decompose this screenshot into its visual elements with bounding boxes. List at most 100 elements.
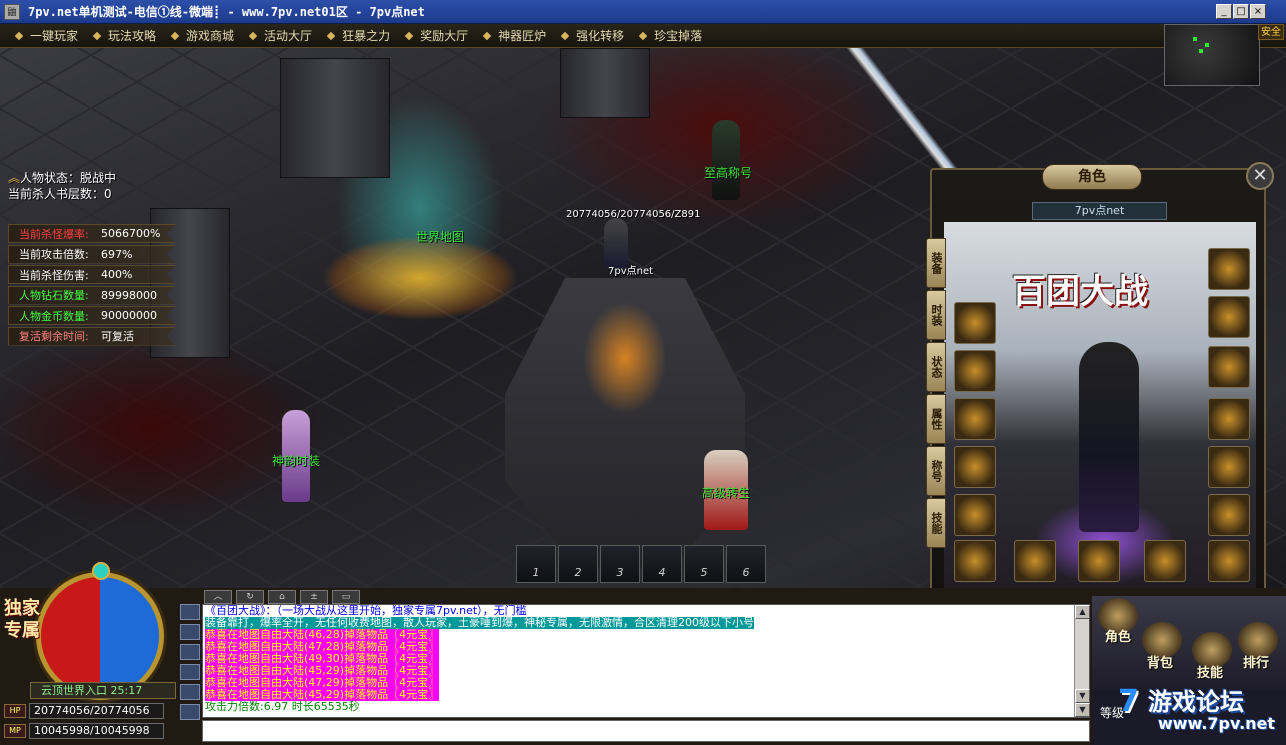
diamond-icon xyxy=(638,31,648,40)
stat-row: 复活剩余时间: 可复活 xyxy=(8,326,176,346)
character-panel: 角色 ✕ 7pv点net 百团大战 装备 时装 状态 属性 称号 技能 xyxy=(926,162,1274,598)
npc-title-label: 至高称号 xyxy=(704,166,753,180)
equip-slot-weapon[interactable] xyxy=(1078,540,1120,582)
chat-line-text: 攻击力倍数:6.97 时长65535秒 xyxy=(205,700,360,713)
maximize-button[interactable]: □ xyxy=(1233,4,1249,19)
player-character[interactable] xyxy=(604,218,628,268)
equip-slot-medal[interactable] xyxy=(954,302,996,344)
chat-toolbar-button[interactable]: ▭ xyxy=(332,590,360,604)
chat-channel-button[interactable] xyxy=(180,704,200,720)
chat-channel-button[interactable] xyxy=(180,644,200,660)
window-title: 7pv.net单机测试-电信①线-微端┋ - www.7pv.net01区 - … xyxy=(28,5,425,19)
chat-input[interactable] xyxy=(202,720,1090,742)
equip-slot-bracelet-left[interactable] xyxy=(954,398,996,440)
world-map-portal[interactable]: 世界地图 xyxy=(416,228,464,245)
tab-equipment[interactable]: 装备 xyxy=(926,238,946,288)
menu-treasure-drops[interactable]: 珍宝掉落 xyxy=(638,27,703,44)
stat-value: 5066700% xyxy=(101,227,161,240)
npc-title[interactable] xyxy=(712,120,740,200)
equip-slot-helmet[interactable] xyxy=(1208,296,1250,338)
tab-status[interactable]: 状态 xyxy=(926,342,946,392)
hp-mp-orb xyxy=(36,572,164,700)
equip-slot-belt[interactable] xyxy=(954,494,996,536)
game-logo: 百团大战 xyxy=(1012,272,1148,312)
equip-slot-orb[interactable] xyxy=(1014,540,1056,582)
chat-channel-button[interactable] xyxy=(180,684,200,700)
menu-label: 玩法攻略 xyxy=(108,29,157,43)
menu-rage-power[interactable]: 狂暴之力 xyxy=(326,27,391,44)
stat-row: 人物钻石数量: 89998000 xyxy=(8,285,176,305)
hp-value: 20774056/20774056 xyxy=(29,703,164,719)
diamond-icon xyxy=(92,31,102,40)
equip-slot-boots[interactable] xyxy=(954,540,996,582)
tab-titles[interactable]: 称号 xyxy=(926,446,946,496)
hotbar-slot[interactable]: 4 xyxy=(642,545,682,583)
equip-slot-necklace[interactable] xyxy=(954,350,996,392)
scroll-up-icon[interactable]: ▲ xyxy=(1075,605,1090,619)
minimize-button[interactable]: _ xyxy=(1216,4,1232,19)
watermark-number: 7 xyxy=(1118,684,1139,719)
menu-one-click-player[interactable]: 一键玩家 xyxy=(14,27,79,44)
game-window: 鼬 7pv.net单机测试-电信①线-微端┋ - www.7pv.net01区 … xyxy=(0,0,1286,745)
chat-toolbar-button[interactable]: ⌂ xyxy=(268,590,296,604)
chat-toolbar-button[interactable]: ︿ xyxy=(204,590,232,604)
menu-guide[interactable]: 玩法攻略 xyxy=(92,27,157,44)
menu-label: 狂暴之力 xyxy=(342,29,391,43)
hotbar-slot[interactable]: 5 xyxy=(684,545,724,583)
chat-channel-button[interactable] xyxy=(180,664,200,680)
stat-value: 90000000 xyxy=(101,309,157,322)
character-model xyxy=(1079,342,1139,532)
chat-toolbar-button[interactable]: ± xyxy=(300,590,328,604)
stat-row: 当前攻击倍数: 697% xyxy=(8,244,176,264)
menu-enhance-transfer[interactable]: 强化转移 xyxy=(560,27,625,44)
ranking-button[interactable]: 排行 xyxy=(1236,652,1276,671)
hotbar-slot[interactable]: 6 xyxy=(726,545,766,583)
stat-value: 89998000 xyxy=(101,288,157,302)
diamond-icon xyxy=(404,31,414,40)
skill-button[interactable]: 技能 xyxy=(1190,662,1230,681)
equip-slot-ring-right[interactable] xyxy=(1208,446,1250,488)
chat-scrollbar[interactable]: ▲ ▼ ▼ xyxy=(1074,605,1090,717)
equip-slot-charm[interactable] xyxy=(1208,494,1250,536)
tab-attributes[interactable]: 属性 xyxy=(926,394,946,444)
close-icon[interactable]: ✕ xyxy=(1246,162,1274,190)
tab-skills[interactable]: 技能 xyxy=(926,498,946,548)
title-bar: 鼬 7pv.net单机测试-电信①线-微端┋ - www.7pv.net01区 … xyxy=(0,0,1286,24)
menu-shop[interactable]: 游戏商城 xyxy=(170,27,235,44)
equip-slot-bracelet-right[interactable] xyxy=(1208,398,1250,440)
chat-toolbar-button[interactable]: ↻ xyxy=(236,590,264,604)
npc-fashion-label: 神韵时装 xyxy=(272,454,321,468)
close-button[interactable]: × xyxy=(1250,4,1266,19)
equip-slot-lantern[interactable] xyxy=(1144,540,1186,582)
hotbar-slot[interactable]: 1 xyxy=(516,545,556,583)
menu-artifact-forge[interactable]: 神器匠炉 xyxy=(482,27,546,44)
scroll-down-icon[interactable]: ▼ xyxy=(1075,689,1090,703)
minimap[interactable] xyxy=(1164,24,1260,86)
npc-rebirth-label: 高级转生 xyxy=(702,486,751,500)
hotbar-slot[interactable]: 3 xyxy=(600,545,640,583)
menu-label: 一键玩家 xyxy=(30,29,79,43)
menu-events[interactable]: 活动大厅 xyxy=(248,27,312,44)
chat-side-buttons xyxy=(180,604,200,724)
skill-hotbar: 123456 xyxy=(516,545,768,583)
player-hp-label: 20774056/20774056/Z891 xyxy=(566,209,701,220)
chat-channel-button[interactable] xyxy=(180,624,200,640)
menu-label: 游戏商城 xyxy=(186,29,235,43)
kill-book-level: 当前杀人书层数：0 xyxy=(8,187,112,201)
equip-slot-gem[interactable] xyxy=(1208,346,1250,388)
menu-label: 珍宝掉落 xyxy=(654,29,703,43)
chat-log[interactable]: 《百团大战》：（一场大战从这里开始，独家专属7pv.net），无门槛 装备靠打，爆… xyxy=(202,604,1090,718)
menu-rewards[interactable]: 奖励大厅 xyxy=(404,27,468,44)
scroll-bottom-icon[interactable]: ▼ xyxy=(1075,703,1090,717)
stat-row: 当前杀怪爆率: 5066700% xyxy=(8,224,176,243)
equip-slot-chest[interactable] xyxy=(1208,248,1250,290)
role-button[interactable]: 角色 xyxy=(1098,626,1138,645)
safe-zone-badge: 安全 xyxy=(1258,24,1284,40)
chat-channel-button[interactable] xyxy=(180,604,200,620)
menu-label: 强化转移 xyxy=(576,29,625,43)
hotbar-slot[interactable]: 2 xyxy=(558,545,598,583)
equip-slot-crystal[interactable] xyxy=(1208,540,1250,582)
equip-slot-ring-left[interactable] xyxy=(954,446,996,488)
tab-fashion[interactable]: 时装 xyxy=(926,290,946,340)
bag-button[interactable]: 背包 xyxy=(1140,652,1180,671)
